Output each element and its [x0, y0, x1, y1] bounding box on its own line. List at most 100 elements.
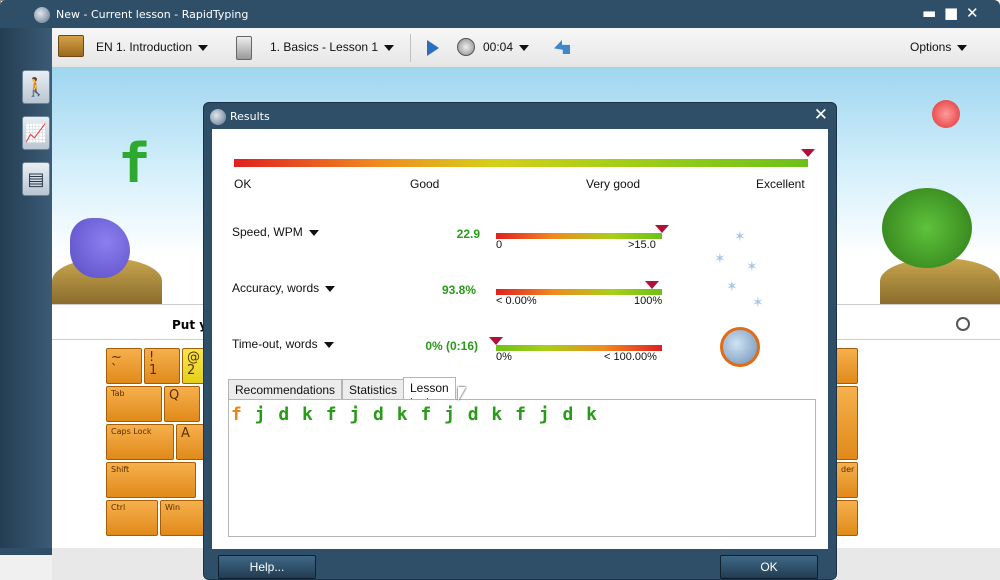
speed-marker-icon [655, 225, 669, 233]
chevron-down-icon [323, 341, 334, 348]
overall-rating-bar [234, 159, 808, 167]
lesson-label: 1. Basics - Lesson 1 [270, 40, 379, 54]
minimize-button[interactable]: ▬ [922, 4, 936, 22]
mouse-cursor-icon [458, 387, 466, 401]
key-right-ctrl [836, 500, 858, 536]
timeout-metric-select[interactable]: Time-out, words [232, 337, 334, 351]
statistics-icon[interactable]: 📈 [22, 116, 50, 150]
metric-label: Speed, WPM [232, 225, 303, 239]
star-icon: ✶ [734, 229, 746, 245]
accuracy-value: 93.8% [441, 283, 476, 297]
accuracy-metric-select[interactable]: Accuracy, words [232, 281, 336, 295]
key-1: ! 1 [144, 348, 180, 384]
lesson-mode-icon[interactable]: 🚶 [22, 70, 50, 104]
chevron-down-icon [519, 44, 530, 51]
close-button[interactable]: ✕ [966, 4, 979, 22]
left-rail: 🚶 📈 ▤ [0, 28, 52, 548]
sun-image [932, 100, 960, 128]
toolbar: EN 1. Introduction 1. Basics - Lesson 1 … [52, 28, 1000, 68]
key-label: Ctrl [111, 503, 126, 512]
app-icon [34, 7, 50, 23]
lesson-text: f j d k f j d k f j d k f j d k [231, 404, 598, 425]
pages-icon[interactable]: ▤ [22, 162, 50, 196]
chevron-down-icon [384, 44, 395, 51]
chevron-down-icon [198, 44, 209, 51]
timer-select[interactable]: 00:04 [483, 40, 530, 54]
maximize-button[interactable]: ■ [944, 4, 958, 22]
speed-metric-select[interactable]: Speed, WPM [232, 225, 319, 239]
back-icon[interactable] [554, 40, 570, 54]
speed-min-label: 0 [496, 239, 503, 251]
timeout-min-label: 0% [496, 351, 512, 363]
chevron-down-icon [325, 285, 336, 292]
star-icon: ✶ [752, 295, 764, 311]
lesson-select[interactable]: 1. Basics - Lesson 1 [270, 40, 395, 54]
key-shift: Shift [106, 462, 196, 498]
animal-image [70, 218, 130, 278]
accuracy-max-label: 100% [634, 295, 663, 307]
key-caps-lock: Caps Lock [106, 424, 174, 460]
key-bottom-label: 2 [187, 363, 196, 378]
document-icon[interactable] [236, 36, 252, 60]
folder-icon[interactable] [58, 35, 84, 57]
key-bottom-label: 1 [149, 363, 158, 378]
lesson-text-first-char: f [231, 404, 243, 425]
lesson-text-rest: j d k f j d k f j d k f j d k [242, 404, 598, 425]
speed-max-label: >15.0 [628, 239, 656, 251]
scale-label-good: Good [410, 177, 440, 191]
tab-statistics[interactable]: Statistics [342, 379, 405, 399]
star-icon: ✶ [746, 259, 758, 275]
close-icon[interactable]: ✕ [814, 105, 828, 125]
speed-value: 22.9 [456, 227, 480, 241]
timeout-marker-icon [489, 337, 503, 345]
play-icon[interactable] [427, 40, 439, 56]
key-win: Win [160, 500, 204, 536]
options-label: Options [910, 40, 952, 54]
mascot-image [720, 327, 760, 367]
chevron-down-icon [308, 229, 319, 236]
course-label: EN 1. Introduction [96, 40, 193, 54]
key-label: A [181, 426, 190, 441]
metric-label: Accuracy, words [232, 281, 320, 295]
timeout-max-label: < 100.00% [604, 351, 657, 363]
key-right-shift: der [836, 462, 858, 498]
key-label: Tab [111, 389, 125, 398]
scale-label-ok: OK [234, 177, 252, 191]
key-tilde: ~ ` [106, 348, 142, 384]
toolbar-separator [410, 34, 411, 62]
course-select[interactable]: EN 1. Introduction [96, 40, 209, 54]
key-label: Q [169, 388, 180, 403]
tab-lesson-text[interactable]: Lesson text [403, 377, 456, 409]
tree-image [882, 188, 972, 268]
timer-label: 00:04 [483, 40, 514, 54]
current-letter: f [118, 132, 151, 195]
results-dialog: Results ✕ OK Good Very good Excellent Sp… [203, 102, 837, 580]
tab-recommendations[interactable]: Recommendations [228, 379, 343, 399]
clock-icon[interactable] [457, 38, 475, 56]
key-a: A [176, 424, 206, 460]
star-icon: ✶ [714, 251, 726, 267]
title-bar: New - Current lesson - RapidTyping ▬ ■ ✕ [30, 2, 1000, 28]
ok-button[interactable]: OK [720, 555, 818, 579]
key-label: Win [165, 503, 181, 512]
lesson-text-panel: f j d k f j d k f j d k f j d k [228, 399, 816, 537]
dialog-title-bar: Results ✕ [204, 103, 836, 129]
instruction-text: Put y [172, 318, 208, 332]
options-menu[interactable]: Options [910, 40, 968, 54]
dialog-body: OK Good Very good Excellent Speed, WPM 2… [212, 129, 828, 549]
key-tab: Tab [106, 386, 162, 422]
timeout-value: 0% (0:16) [425, 339, 478, 353]
overall-marker-icon [801, 149, 815, 157]
key-q: Q [164, 386, 200, 422]
accuracy-min-label: < 0.00% [496, 295, 537, 307]
dialog-title: Results [230, 110, 270, 123]
accuracy-marker-icon [644, 281, 659, 289]
stars-decoration: ✶ ✶ ✶ ✶ ✶ [712, 229, 772, 324]
help-button[interactable]: Help... [218, 555, 316, 579]
scale-label-excellent: Excellent [756, 177, 805, 191]
star-icon: ✶ [726, 279, 738, 295]
sound-icon[interactable] [956, 317, 970, 331]
key-label: der [841, 465, 855, 474]
key-label: Caps Lock [111, 427, 152, 436]
scale-label-very-good: Very good [586, 177, 641, 191]
